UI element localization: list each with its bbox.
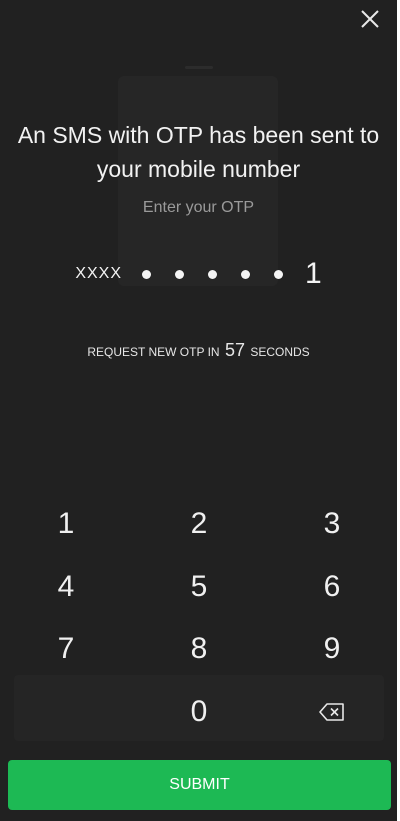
backspace-icon xyxy=(319,703,344,721)
background-phone-notch xyxy=(185,66,213,69)
keypad-key-4[interactable]: 4 xyxy=(26,562,106,612)
keypad-key-9[interactable]: 9 xyxy=(292,624,372,674)
keypad-key-0[interactable]: 0 xyxy=(159,687,239,737)
otp-display: XXXX 1 xyxy=(0,254,397,294)
close-icon xyxy=(361,10,379,28)
otp-masked-prefix: XXXX xyxy=(75,265,122,282)
otp-subtitle: Enter your OTP xyxy=(142,199,255,216)
otp-screen: An SMS with OTP has been sent to your mo… xyxy=(0,0,397,821)
otp-masked-dot xyxy=(175,269,184,279)
keypad-key-1[interactable]: 1 xyxy=(26,499,106,549)
otp-title: An SMS with OTP has been sent to your mo… xyxy=(17,122,380,182)
resend-seconds: 57 xyxy=(224,340,245,360)
otp-masked-dot xyxy=(208,269,217,279)
keypad-backspace-button[interactable] xyxy=(292,687,372,737)
otp-last-digit: 1 xyxy=(305,257,322,290)
resend-timer: REQUEST NEW OTP IN 57 SECONDS xyxy=(0,340,397,361)
resend-text-after: SECONDS xyxy=(250,345,310,359)
keypad-key-3[interactable]: 3 xyxy=(292,499,372,549)
submit-button[interactable]: SUBMIT xyxy=(8,760,391,810)
keypad-key-7[interactable]: 7 xyxy=(26,624,106,674)
keypad-key-6[interactable]: 6 xyxy=(292,562,372,612)
close-button[interactable] xyxy=(357,6,383,32)
otp-masked-dot xyxy=(241,269,250,279)
resend-text-before: REQUEST NEW OTP IN xyxy=(87,345,220,359)
keypad-key-2[interactable]: 2 xyxy=(159,499,239,549)
keypad-key-5[interactable]: 5 xyxy=(159,562,239,612)
keypad-key-8[interactable]: 8 xyxy=(159,624,239,674)
otp-masked-dot xyxy=(274,269,283,279)
otp-masked-dot xyxy=(142,269,151,279)
